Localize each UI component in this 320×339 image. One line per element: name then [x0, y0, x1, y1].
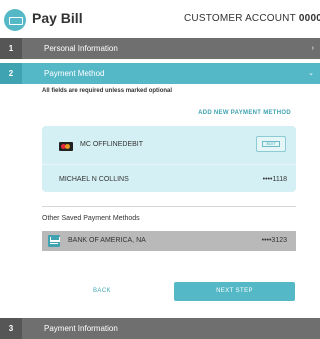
bank-masked-number: ••••3123	[261, 237, 287, 244]
card-holder-name: MICHAEL N COLLINS	[59, 176, 129, 183]
card-masked-number: ••••1118	[262, 176, 287, 183]
mastercard-icon	[59, 142, 73, 151]
bill-icon	[4, 9, 26, 31]
divider	[42, 206, 296, 207]
step-label: Personal Information	[44, 44, 118, 53]
step-label: Payment Method	[44, 69, 105, 78]
bank-name: BANK OF AMERICA, NA	[68, 237, 146, 244]
step-personal-information[interactable]: 1 Personal Information ›	[0, 38, 320, 59]
step-number: 2	[0, 63, 22, 84]
required-fields-note: All fields are required unless marked op…	[42, 88, 173, 94]
page-title: Pay Bill	[32, 10, 83, 26]
next-step-button[interactable]: NEXT STEP	[174, 282, 295, 301]
edit-label: EDIT	[262, 141, 280, 147]
page-header: Pay Bill CUSTOMER ACCOUNT0000 0008 14	[0, 0, 320, 40]
card-divider	[42, 164, 296, 165]
customer-account: CUSTOMER ACCOUNT0000 0008 14	[184, 13, 320, 24]
step-number: 3	[0, 318, 22, 339]
chevron-down-icon: ⌄	[308, 70, 314, 77]
pay-bill-page: Pay Bill CUSTOMER ACCOUNT0000 0008 14 1 …	[0, 0, 320, 339]
selected-payment-card[interactable]: MC OFFLINEDEBIT EDIT MICHAEL N COLLINS •…	[42, 126, 296, 192]
edit-card-button[interactable]: EDIT	[256, 136, 286, 152]
back-button[interactable]: BACK	[42, 282, 162, 301]
step-payment-method[interactable]: 2 Payment Method ⌄	[0, 63, 320, 84]
step-number: 1	[0, 38, 22, 59]
card-type: MC OFFLINEDEBIT	[80, 141, 144, 148]
account-label: CUSTOMER ACCOUNT	[184, 13, 296, 24]
step-payment-information[interactable]: 3 Payment Information	[0, 318, 320, 339]
step-label: Payment Information	[44, 324, 118, 333]
account-number: 0000 0008 14	[298, 13, 320, 24]
chevron-right-icon: ›	[311, 45, 314, 52]
other-methods-title: Other Saved Payment Methods	[42, 215, 140, 222]
bank-icon	[48, 235, 60, 247]
saved-method-row[interactable]: BANK OF AMERICA, NA ••••3123	[42, 231, 296, 251]
add-payment-method-link[interactable]: ADD NEW PAYMENT METHOD	[198, 110, 291, 116]
